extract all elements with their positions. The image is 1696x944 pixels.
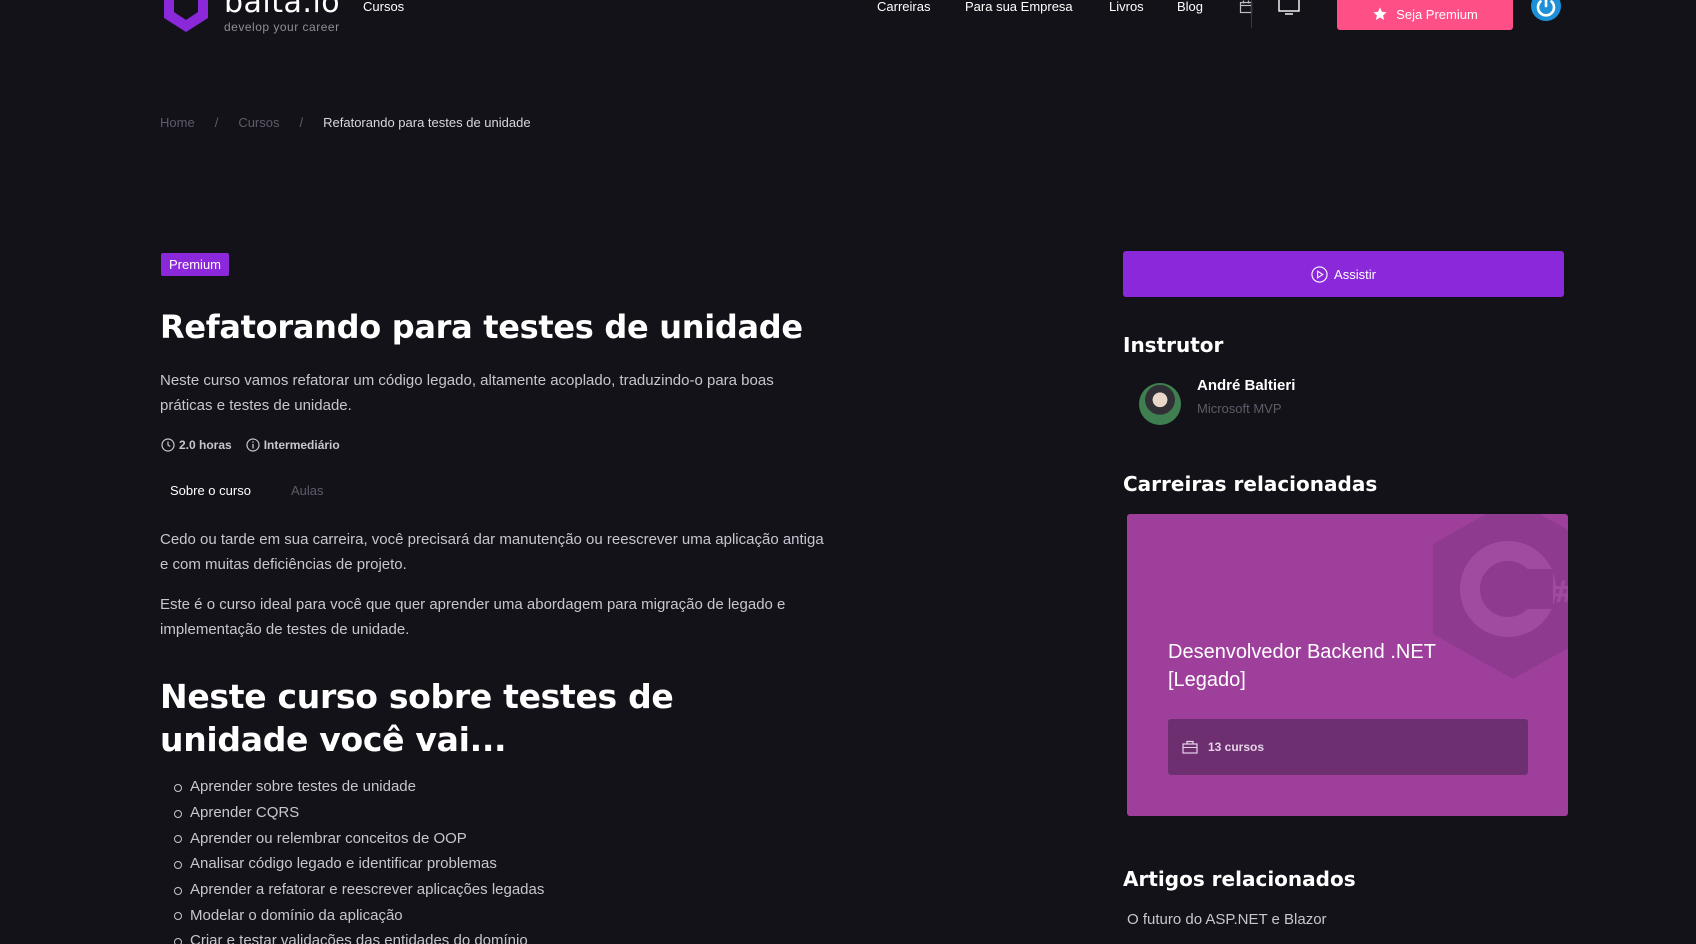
premium-badge: Premium xyxy=(161,253,230,276)
premium-button[interactable]: Seja Premium xyxy=(1337,0,1513,30)
avatar[interactable] xyxy=(1139,383,1181,425)
logo[interactable]: balta.io develop your career xyxy=(160,0,340,34)
article-link[interactable]: O futuro do ASP.NET e Blazor xyxy=(1127,911,1327,928)
logo-tagline: develop your career xyxy=(224,20,340,34)
level-meta: Intermediário xyxy=(246,438,340,452)
tab-aulas[interactable]: Aulas xyxy=(291,483,324,498)
instructor-heading: Instrutor xyxy=(1123,333,1224,357)
page-title: Refatorando para testes de unidade xyxy=(160,308,803,346)
duration-meta: 2.0 horas xyxy=(161,438,232,452)
list-item: Aprender CQRS xyxy=(173,800,544,826)
nav-link-carreiras[interactable]: Carreiras xyxy=(877,0,930,14)
learn-list: Aprender sobre testes de unidade Aprende… xyxy=(173,774,544,944)
level-text: Intermediário xyxy=(263,438,340,452)
premium-button-label: Seja Premium xyxy=(1396,6,1478,22)
list-item: Aprender sobre testes de unidade xyxy=(173,774,544,800)
star-icon xyxy=(1373,7,1387,20)
clock-icon xyxy=(161,438,175,452)
learn-heading: Neste curso sobre testes de unidade você… xyxy=(160,677,674,759)
career-card[interactable]: # Desenvolvedor Backend .NET [Legado] 13… xyxy=(1127,514,1568,816)
list-item: Aprender ou relembrar conceitos de OOP xyxy=(173,825,544,851)
articles-heading: Artigos relacionados xyxy=(1123,867,1356,891)
info-icon xyxy=(246,438,260,452)
breadcrumb: Home / Cursos / Refatorando para testes … xyxy=(160,115,531,130)
careers-heading: Carreiras relacionadas xyxy=(1123,472,1378,496)
list-item: Aprender a refatorar e reescrever aplica… xyxy=(173,877,544,903)
breadcrumb-separator: / xyxy=(214,115,219,130)
briefcase-icon xyxy=(1182,740,1198,754)
nav-link-empresa[interactable]: Para sua Empresa xyxy=(965,0,1073,14)
instructor-role: Microsoft MVP xyxy=(1197,401,1282,416)
breadcrumb-home[interactable]: Home xyxy=(160,115,195,130)
svg-text:#: # xyxy=(1552,575,1568,610)
course-meta: 2.0 horas Intermediário xyxy=(161,438,340,452)
duration-text: 2.0 horas xyxy=(179,438,232,452)
about-paragraph: Este é o curso ideal para você que quer … xyxy=(160,596,786,638)
nav-link-cursos[interactable]: Cursos xyxy=(363,0,404,14)
logo-text: balta.io develop your career xyxy=(224,0,340,34)
logo-mark-icon xyxy=(164,0,208,32)
logo-name: balta.io xyxy=(224,0,341,20)
career-course-count: 13 cursos xyxy=(1168,719,1528,775)
breadcrumb-courses[interactable]: Cursos xyxy=(238,115,279,130)
course-tabs: Sobre o curso Aulas xyxy=(170,483,323,498)
about-paragraph: Cedo ou tarde em sua carreira, você prec… xyxy=(160,531,824,573)
list-item: Criar e testar validações das entidades … xyxy=(173,928,544,944)
list-item: Modelar o domínio da aplicação xyxy=(173,902,544,928)
career-count-text: 13 cursos xyxy=(1208,740,1265,754)
breadcrumb-current: Refatorando para testes de unidade xyxy=(323,115,531,130)
watch-button-label: Assistir xyxy=(1334,266,1376,282)
nav-link-livros[interactable]: Livros xyxy=(1109,0,1144,14)
tab-sobre-o-curso[interactable]: Sobre o curso xyxy=(170,483,251,498)
watch-button[interactable]: Assistir xyxy=(1123,251,1564,297)
nav-divider xyxy=(1251,0,1252,28)
course-description: Neste curso vamos refatorar um código le… xyxy=(160,372,774,414)
instructor-name[interactable]: André Baltieri xyxy=(1197,377,1295,394)
list-item: Analisar código legado e identificar pro… xyxy=(173,851,544,877)
top-navbar: balta.io develop your career Cursos Carr… xyxy=(0,0,1696,60)
career-title: Desenvolvedor Backend .NET [Legado] xyxy=(1168,641,1436,691)
monitor-icon[interactable] xyxy=(1278,0,1300,16)
breadcrumb-separator: / xyxy=(299,115,304,130)
play-icon xyxy=(1311,265,1328,283)
nav-link-blog[interactable]: Blog xyxy=(1177,0,1203,14)
power-icon[interactable] xyxy=(1530,0,1562,22)
